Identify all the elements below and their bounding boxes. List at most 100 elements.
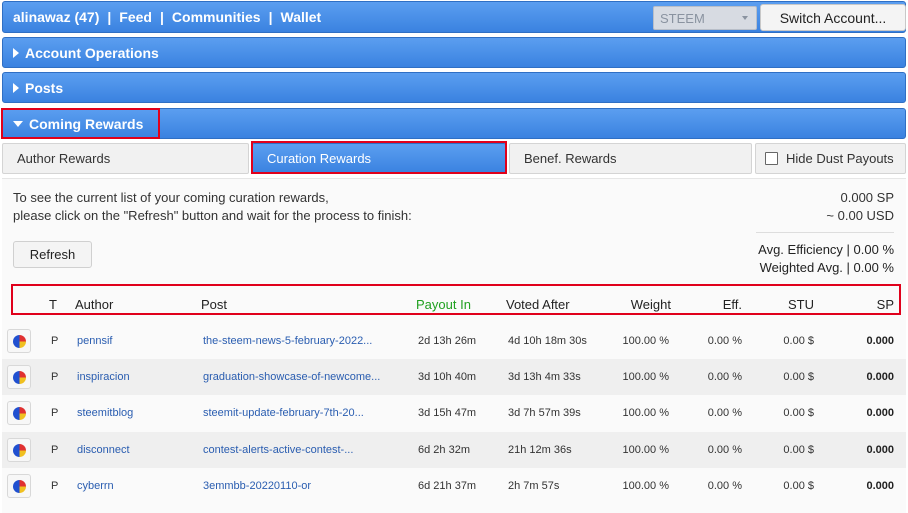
section-posts[interactable]: Posts [2,72,906,103]
cell-eff: 0.00 % [707,371,742,383]
nav-separator: | [107,9,112,25]
refresh-button[interactable]: Refresh [13,241,92,268]
weighted-avg: Weighted Avg. | 0.00 % [759,260,894,275]
user-link[interactable]: alinawaz (47) [13,9,99,25]
cell-sp: 0.000 [866,335,894,347]
table-row: Pcyberrn 3emmbb-20220110-or 6d 21h 37m 2h 7… [2,468,906,504]
header-author[interactable]: Author [75,297,113,312]
pie-chart-icon[interactable] [7,438,31,462]
cell-sp: 0.000 [866,371,894,383]
cell-voted-after: 2h 7m 57s [508,480,560,492]
chain-select-value: STEEM [660,10,705,26]
cell-post[interactable]: contest-alerts-active-contest-... [203,444,353,456]
triangle-right-icon [13,82,19,93]
avg-efficiency: Avg. Efficiency | 0.00 % [758,242,894,257]
efficiency-summary: Avg. Efficiency | 0.00 % Weighted Avg. |… [758,241,894,277]
hide-dust-label: Hide Dust Payouts [786,151,894,166]
section-title: Coming Rewards [29,115,144,132]
header-post[interactable]: Post [201,297,227,312]
divider [756,232,894,233]
cell-type: P [51,371,59,383]
cell-sp: 0.000 [866,444,894,456]
pie-chart-glyph [12,406,26,420]
header-eff[interactable]: Eff. [723,297,742,312]
cell-stu: 0.00 $ [783,371,814,383]
cell-author[interactable]: pennsif [77,335,112,347]
hide-dust-checkbox[interactable] [765,152,778,165]
cell-post[interactable]: graduation-showcase-of-newcome... [203,371,380,383]
cell-payout-in: 2d 13h 26m [418,335,477,347]
pie-chart-glyph [12,479,26,493]
section-coming-rewards[interactable]: Coming Rewards [2,108,906,139]
hide-dust-toggle[interactable]: Hide Dust Payouts [755,143,906,174]
chain-select[interactable]: STEEM [653,6,757,30]
cell-type: P [51,407,59,419]
header-payout-in[interactable]: Payout In [416,297,471,312]
cell-weight: 100.00 % [622,480,669,492]
cell-post[interactable]: steemit-update-february-7th-20... [203,407,364,419]
cell-voted-after: 4d 10h 18m 30s [508,335,587,347]
tab-author-rewards[interactable]: Author Rewards [2,143,249,174]
wallet-link[interactable]: Wallet [281,9,322,25]
triangle-down-icon [13,120,23,127]
cell-payout-in: 3d 15h 47m [418,407,477,419]
nav-separator: | [268,9,273,25]
top-nav: alinawaz (47) | Feed | Communities | Wal… [13,9,321,25]
cell-type: P [51,335,59,347]
cell-stu: 0.00 $ [783,480,814,492]
cell-stu: 0.00 $ [783,407,814,419]
communities-link[interactable]: Communities [172,9,261,25]
table-row: Pinspiracion graduation-showcase-of-newco… [2,359,906,395]
info-line-2: please click on the "Refresh" button and… [13,208,412,223]
pie-chart-glyph [12,334,26,348]
nav-separator: | [159,9,164,25]
table-header: T Author Post Payout In Voted After Weig… [2,294,906,316]
header-weight[interactable]: Weight [631,297,671,312]
pie-chart-glyph [12,443,26,457]
header-stu[interactable]: STU [788,297,814,312]
section-title: Posts [25,79,64,96]
cell-payout-in: 6d 21h 37m [418,480,477,492]
info-text: To see the current list of your coming c… [13,189,412,225]
table-row: Ppennsif the-steem-news-5-february-2022..… [2,323,906,359]
header-voted-after[interactable]: Voted After [506,297,570,312]
pie-chart-icon[interactable] [7,474,31,498]
cell-voted-after: 21h 12m 36s [508,444,572,456]
pie-chart-icon[interactable] [7,329,31,353]
cell-weight: 100.00 % [622,444,669,456]
totals: 0.000 SP ~ 0.00 USD [826,189,894,225]
cell-payout-in: 6d 2h 32m [418,444,470,456]
header-t[interactable]: T [49,297,57,312]
cell-eff: 0.00 % [707,335,742,347]
tab-benef-rewards[interactable]: Benef. Rewards [509,143,752,174]
cell-post[interactable]: 3emmbb-20220110-or [203,480,311,492]
cell-voted-after: 3d 13h 4m 33s [508,371,581,383]
cell-post[interactable]: the-steem-news-5-february-2022... [203,335,372,347]
cell-author[interactable]: disconnect [77,444,130,456]
feed-link[interactable]: Feed [119,9,152,25]
cell-author[interactable]: inspiracion [77,371,130,383]
table-row: Psteemitblog steemit-update-february-7th-… [2,395,906,431]
cell-eff: 0.00 % [707,444,742,456]
cell-sp: 0.000 [866,407,894,419]
cell-author[interactable]: cyberrn [77,480,114,492]
section-title: Account Operations [25,44,159,61]
pie-chart-icon[interactable] [7,365,31,389]
table-row: Pdisconnect contest-alerts-active-contest… [2,432,906,468]
triangle-right-icon [13,47,19,58]
section-account-operations[interactable]: Account Operations [2,37,906,68]
cell-weight: 100.00 % [622,335,669,347]
cell-author[interactable]: steemitblog [77,407,133,419]
info-line-1: To see the current list of your coming c… [13,190,329,205]
total-sp: 0.000 SP [840,190,895,205]
cell-type: P [51,480,59,492]
pie-chart-icon[interactable] [7,401,31,425]
total-usd: ~ 0.00 USD [826,208,894,223]
tab-curation-rewards[interactable]: Curation Rewards [252,143,506,174]
header-sp[interactable]: SP [877,297,894,312]
cell-eff: 0.00 % [707,407,742,419]
top-nav-bar: alinawaz (47) | Feed | Communities | Wal… [2,1,906,33]
pie-chart-glyph [12,370,26,384]
switch-account-button[interactable]: Switch Account... [760,4,906,31]
cell-sp: 0.000 [866,480,894,492]
